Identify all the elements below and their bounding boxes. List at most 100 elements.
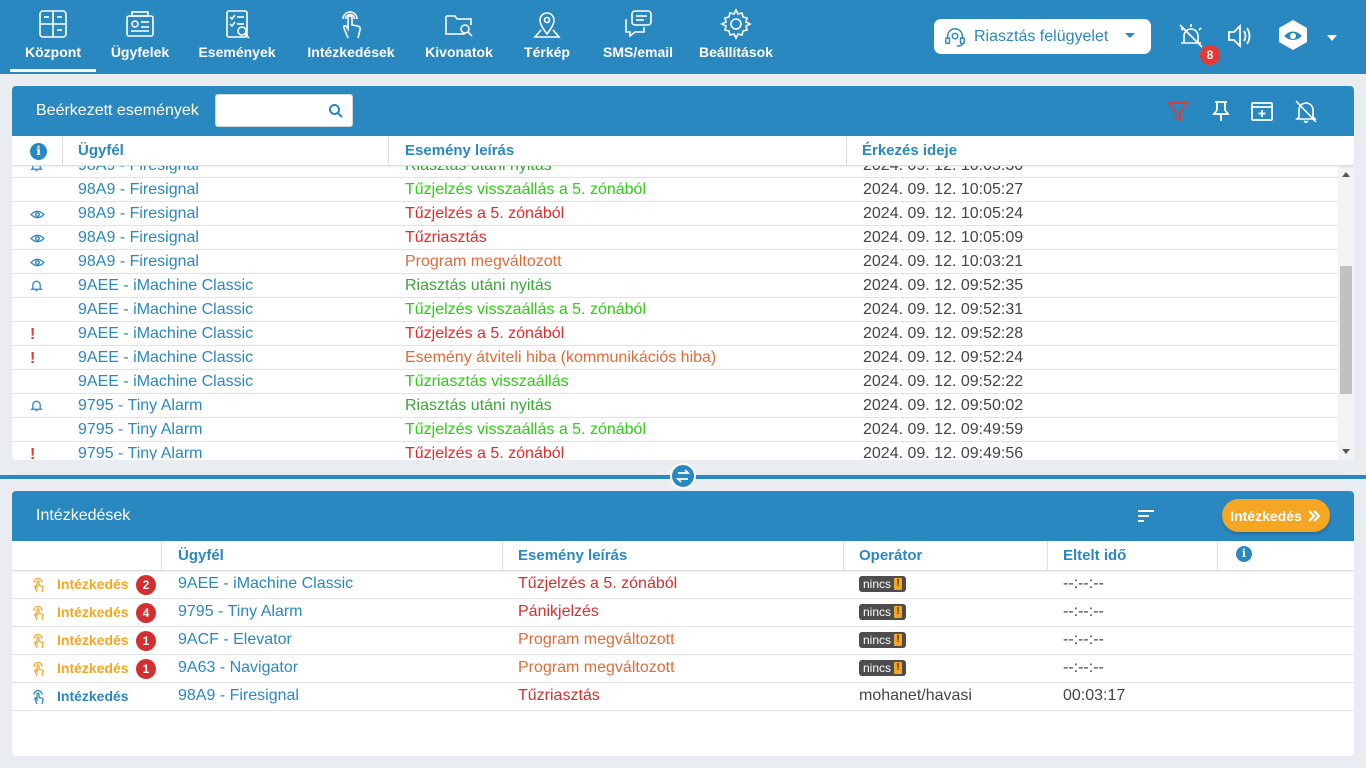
nav-beallitasok[interactable]: Beállítások (688, 0, 784, 74)
sort-icon[interactable] (1136, 506, 1156, 526)
scroll-thumb[interactable] (1340, 266, 1352, 394)
column-operator[interactable]: Operátor (859, 547, 922, 564)
events-table-body: 98A9 - Firesignal Riasztás utáni nyitás 20… (12, 166, 1338, 460)
action-status-link[interactable]: Intézkedés (57, 632, 129, 648)
event-time: 2024. 09. 12. 10:03:21 (863, 253, 1024, 270)
new-action-button[interactable]: Intézkedés (1222, 499, 1330, 532)
nav-terkep[interactable]: Térkép (506, 0, 588, 74)
column-elapsed[interactable]: Eltelt idő (1063, 547, 1126, 564)
event-row[interactable]: 9795 - Tiny Alarm Tűzjelzés visszaállás a… (12, 418, 1338, 442)
chevron-down-icon[interactable] (1327, 35, 1337, 41)
alarm-off-button[interactable] (1176, 21, 1206, 51)
action-client[interactable]: 9A63 - Navigator (178, 659, 298, 677)
event-client[interactable]: 9AEE - iMachine Classic (78, 349, 253, 367)
alarm-count-badge: 8 (1200, 45, 1220, 65)
nav-kozpont[interactable]: Központ (10, 0, 96, 74)
event-row[interactable]: ! 9AEE - iMachine Classic Tűzjelzés a 5. z… (12, 322, 1338, 346)
event-row[interactable]: 9AEE - iMachine Classic Tűzriasztás vissz… (12, 370, 1338, 394)
event-description: Riasztás utáni nyitás (405, 277, 552, 294)
action-row[interactable]: Intézkedés 2 9AEE - iMachine Classic Tűzjel… (12, 571, 1354, 599)
event-row[interactable]: ! 9795 - Tiny Alarm Tűzjelzés a 5. zónából… (12, 442, 1338, 460)
event-row[interactable]: 98A9 - Firesignal Riasztás utáni nyitás 20… (12, 166, 1338, 178)
event-client[interactable]: 9AEE - iMachine Classic (78, 325, 253, 343)
events-scrollbar[interactable] (1338, 166, 1354, 460)
swap-panels-button[interactable] (670, 463, 696, 489)
action-row[interactable]: Intézkedés 1 9A63 - Navigator Program megvá… (12, 655, 1354, 683)
eye-icon (30, 207, 45, 225)
column-description[interactable]: Esemény leírás (518, 547, 627, 564)
event-client[interactable]: 9AEE - iMachine Classic (78, 301, 253, 319)
action-count-badge: 1 (136, 631, 156, 651)
action-client[interactable]: 9AEE - iMachine Classic (178, 575, 353, 593)
bell-off-icon[interactable] (1294, 98, 1318, 124)
scroll-up-icon[interactable] (1342, 172, 1350, 177)
event-time: 2024. 09. 12. 09:50:02 (863, 397, 1024, 414)
user-menu-button[interactable] (1276, 18, 1310, 52)
event-row[interactable]: 98A9 - Firesignal Program megváltozott 202… (12, 250, 1338, 274)
touch-icon (30, 605, 46, 626)
monitoring-mode-select[interactable]: Riasztás felügyelet (934, 19, 1151, 54)
nav-sms-email[interactable]: SMS/email (588, 0, 688, 74)
actions-panel: Intézkedések Intézkedés Ügyfél Esemény l… (12, 491, 1354, 756)
event-client[interactable]: 98A9 - Firesignal (78, 229, 199, 247)
action-description: Tűzriasztás (518, 687, 600, 704)
event-description: Tűzjelzés a 5. zónából (405, 205, 565, 222)
nav-kivonatok[interactable]: Kivonatok (412, 0, 506, 74)
monitoring-mode-label: Riasztás felügyelet (974, 27, 1109, 45)
column-description[interactable]: Esemény leírás (405, 142, 514, 159)
event-client[interactable]: 98A9 - Firesignal (78, 253, 199, 271)
add-window-icon[interactable] (1250, 99, 1274, 123)
action-row[interactable]: Intézkedés 4 9795 - Tiny Alarm Pánikjelzés n… (12, 599, 1354, 627)
nav-ugyfelek[interactable]: Ügyfelek (96, 0, 184, 74)
event-client[interactable]: 9795 - Tiny Alarm (78, 421, 203, 439)
action-row[interactable]: Intézkedés 1 9ACF - Elevator Program megvál… (12, 627, 1354, 655)
nav-label: Központ (25, 44, 81, 60)
scroll-down-icon[interactable] (1342, 449, 1350, 454)
action-client[interactable]: 98A9 - Firesignal (178, 687, 299, 705)
event-client[interactable]: 98A9 - Firesignal (78, 205, 199, 223)
event-row[interactable]: 98A9 - Firesignal Tűzjelzés a 5. zónából 2… (12, 202, 1338, 226)
event-client[interactable]: 9795 - Tiny Alarm (78, 445, 203, 460)
event-description: Program megváltozott (405, 253, 562, 270)
event-time: 2024. 09. 12. 10:05:09 (863, 229, 1024, 246)
dashboard-icon (39, 10, 67, 38)
column-arrival-time[interactable]: Érkezés ideje (862, 142, 957, 159)
eye-icon (30, 231, 45, 249)
event-row[interactable]: ! 9AEE - iMachine Classic Esemény átviteli… (12, 346, 1338, 370)
swap-icon (675, 469, 691, 483)
action-row[interactable]: Intézkedés 98A9 - Firesignal Tűzriasztás mo… (12, 683, 1354, 711)
action-client[interactable]: 9795 - Tiny Alarm (178, 603, 303, 621)
column-client[interactable]: Ügyfél (178, 547, 224, 564)
event-row[interactable]: 9AEE - iMachine Classic Tűzjelzés visszaá… (12, 298, 1338, 322)
action-status-link[interactable]: Intézkedés (57, 660, 129, 676)
event-client[interactable]: 98A9 - Firesignal (78, 166, 199, 175)
event-time: 2024. 09. 12. 09:52:22 (863, 373, 1024, 390)
event-row[interactable]: 98A9 - Firesignal Tűzriasztás 2024. 09. 12… (12, 226, 1338, 250)
action-status-link[interactable]: Intézkedés (57, 688, 129, 704)
sound-button[interactable] (1225, 21, 1255, 51)
action-status-link[interactable]: Intézkedés (57, 604, 129, 620)
nav-label: Ügyfelek (110, 44, 170, 60)
event-row[interactable]: 98A9 - Firesignal Tűzjelzés visszaállás a… (12, 178, 1338, 202)
nav-intezkedesek[interactable]: Intézkedések (290, 0, 412, 74)
operator-name: nincs (863, 661, 892, 675)
action-status-link[interactable]: Intézkedés (57, 576, 129, 592)
clients-icon (126, 11, 154, 37)
event-client[interactable]: 9795 - Tiny Alarm (78, 397, 203, 415)
touch-icon (342, 11, 362, 39)
event-client[interactable]: 9AEE - iMachine Classic (78, 373, 253, 391)
action-client[interactable]: 9ACF - Elevator (178, 631, 292, 649)
event-client[interactable]: 9AEE - iMachine Classic (78, 277, 253, 295)
event-row[interactable]: 9795 - Tiny Alarm Riasztás utáni nyitás 20… (12, 394, 1338, 418)
pin-icon[interactable] (1210, 99, 1232, 123)
bell-icon (30, 166, 43, 177)
event-row[interactable]: 9AEE - iMachine Classic Riasztás utáni ny… (12, 274, 1338, 298)
filter-icon[interactable] (1166, 99, 1190, 123)
column-client[interactable]: Ügyfél (78, 142, 124, 159)
event-client[interactable]: 98A9 - Firesignal (78, 181, 199, 199)
events-search-input[interactable] (216, 95, 316, 125)
elapsed-time: 00:03:17 (1063, 687, 1126, 704)
new-action-label: Intézkedés (1230, 507, 1302, 524)
search-icon[interactable] (328, 103, 344, 119)
nav-esemenyek[interactable]: Események (184, 0, 290, 74)
